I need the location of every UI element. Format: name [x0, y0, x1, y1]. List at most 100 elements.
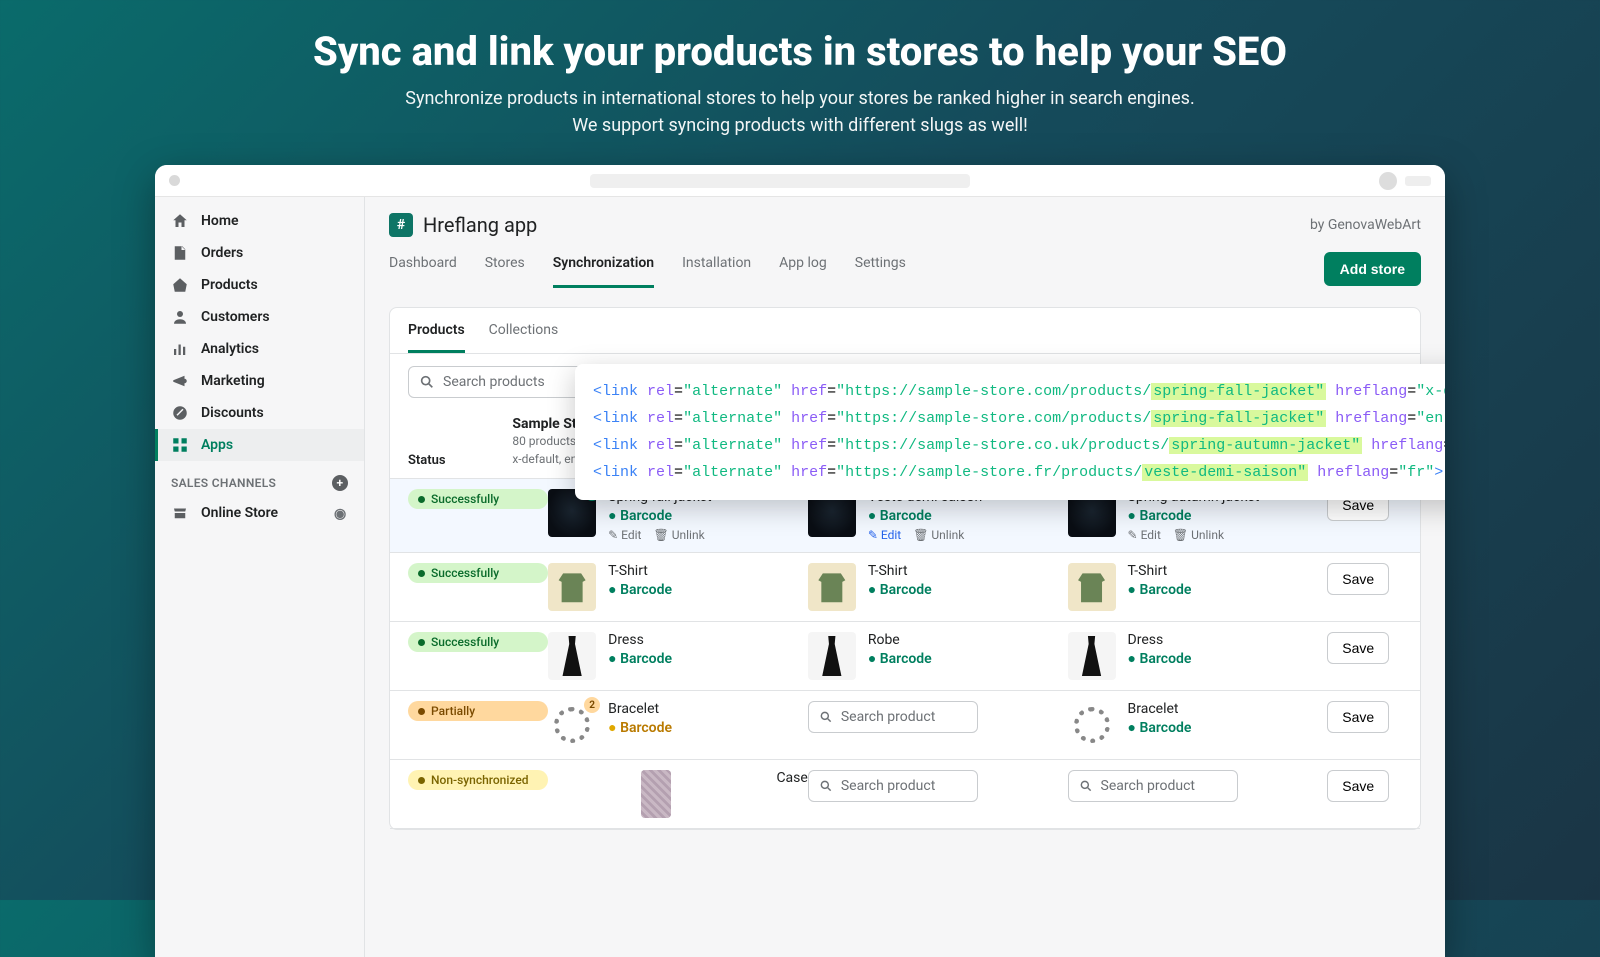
orders-icon: [171, 244, 189, 262]
sidebar-item-analytics[interactable]: Analytics: [155, 333, 364, 365]
status-badge: Partially: [408, 701, 548, 721]
eye-icon[interactable]: ◉: [334, 506, 348, 520]
sidebar-item-home[interactable]: Home: [155, 205, 364, 237]
barcode-label: Barcode: [608, 507, 711, 524]
menu-placeholder: [1405, 176, 1431, 186]
main-content: # Hreflang app by GenovaWebArt Dashboard…: [365, 197, 1445, 957]
analytics-icon: [171, 340, 189, 358]
save-button[interactable]: Save: [1327, 701, 1389, 733]
tab-stores[interactable]: Stores: [485, 249, 525, 288]
status-badge: Successfully: [408, 632, 548, 652]
barcode-label: Barcode: [868, 650, 932, 667]
sidebar-item-label: Orders: [201, 245, 243, 261]
search-icon: [819, 779, 833, 793]
sidebar-item-label: Discounts: [201, 405, 264, 421]
unlink-button[interactable]: 🗑 Unlink: [1173, 528, 1224, 542]
status-header: Status: [408, 453, 512, 468]
product-name: Bracelet: [608, 701, 672, 717]
barcode-label: Barcode: [868, 581, 932, 598]
product-thumb: [548, 563, 596, 611]
count-badge: 2: [584, 697, 600, 713]
sidebar-item-label: Marketing: [201, 373, 265, 389]
product-name: Dress: [608, 632, 672, 648]
sidebar-item-discounts[interactable]: Discounts: [155, 397, 364, 429]
barcode-label: Barcode: [1128, 581, 1192, 598]
product-thumb: [1068, 563, 1116, 611]
add-channel-icon[interactable]: +: [332, 475, 348, 491]
search-icon: [419, 374, 435, 390]
app-byline: by GenovaWebArt: [1310, 217, 1421, 233]
product-thumb: [641, 770, 671, 818]
search-icon: [819, 710, 833, 724]
sidebar-item-marketing[interactable]: Marketing: [155, 365, 364, 397]
subtab-collections[interactable]: Collections: [489, 308, 559, 353]
url-bar-placeholder: [590, 174, 970, 188]
discounts-icon: [171, 404, 189, 422]
code-line: <link rel="alternate" href="https://samp…: [593, 459, 1445, 486]
hero-title: Sync and link your products in stores to…: [0, 28, 1600, 75]
barcode-label: Barcode: [1128, 507, 1260, 524]
product-name: Dress: [1128, 632, 1192, 648]
add-store-button[interactable]: Add store: [1324, 252, 1421, 286]
tab-installation[interactable]: Installation: [682, 249, 751, 288]
home-icon: [171, 212, 189, 230]
edit-button[interactable]: ✎ Edit: [1128, 528, 1161, 542]
search-icon: [1079, 779, 1093, 793]
barcode-label: Barcode: [608, 719, 672, 736]
code-line: <link rel="alternate" href="https://samp…: [593, 378, 1445, 405]
sidebar-item-orders[interactable]: Orders: [155, 237, 364, 269]
product-thumb: [1068, 632, 1116, 680]
subtab-products[interactable]: Products: [408, 308, 465, 353]
sidebar-item-customers[interactable]: Customers: [155, 301, 364, 333]
edit-button[interactable]: ✎ Edit: [868, 528, 901, 542]
app-title: Hreflang app: [423, 213, 537, 237]
product-row: SuccessfullyT-ShirtBarcodeT-ShirtBarcode…: [390, 553, 1420, 622]
tab-dashboard[interactable]: Dashboard: [389, 249, 457, 288]
status-badge: Non-synchronized: [408, 770, 548, 790]
status-badge: Successfully: [408, 563, 548, 583]
customers-icon: [171, 308, 189, 326]
product-thumb: 2: [548, 701, 596, 749]
unlink-button[interactable]: 🗑 Unlink: [653, 528, 704, 542]
product-name: Robe: [868, 632, 932, 648]
unlink-button[interactable]: 🗑 Unlink: [913, 528, 964, 542]
apps-icon: [171, 436, 189, 454]
product-row: Non-synchronizedCaseSearch productSearch…: [390, 760, 1420, 829]
product-thumb: [808, 563, 856, 611]
window-dot: [169, 175, 180, 186]
code-line: <link rel="alternate" href="https://samp…: [593, 405, 1445, 432]
app-window: Home Orders Products Customers Analytics Mark…: [155, 165, 1445, 957]
code-popover: <link rel="alternate" href="https://samp…: [575, 364, 1445, 500]
save-button[interactable]: Save: [1327, 632, 1389, 664]
product-name: Case: [776, 770, 807, 786]
status-badge: Successfully: [408, 489, 548, 509]
sync-panel: Products Collections Search products Stat…: [389, 307, 1421, 830]
product-thumb: [1068, 701, 1116, 749]
search-product-input[interactable]: Search product: [808, 701, 978, 733]
search-product-input[interactable]: Search product: [808, 770, 978, 802]
tab-settings[interactable]: Settings: [855, 249, 906, 288]
barcode-label: Barcode: [608, 581, 672, 598]
search-placeholder: Search products: [443, 374, 545, 390]
marketing-icon: [171, 372, 189, 390]
online-store-label: Online Store: [201, 505, 278, 521]
tab-app-log[interactable]: App log: [779, 249, 827, 288]
product-name: T-Shirt: [868, 563, 932, 579]
search-product-input[interactable]: Search product: [1068, 770, 1238, 802]
store-icon: [171, 504, 189, 522]
sidebar-item-apps[interactable]: Apps: [155, 429, 364, 461]
sidebar-item-label: Customers: [201, 309, 270, 325]
save-button[interactable]: Save: [1327, 770, 1389, 802]
tab-synchronization[interactable]: Synchronization: [553, 249, 654, 288]
sidebar-item-label: Apps: [201, 437, 233, 453]
hero-sub1: Synchronize products in international st…: [0, 85, 1600, 112]
barcode-label: Barcode: [868, 507, 982, 524]
sidebar-item-label: Analytics: [201, 341, 259, 357]
sidebar-item-products[interactable]: Products: [155, 269, 364, 301]
edit-button[interactable]: ✎ Edit: [608, 528, 641, 542]
save-button[interactable]: Save: [1327, 563, 1389, 595]
product-row: Partially2BraceletBarcodeSearch productB…: [390, 691, 1420, 760]
sales-channels-label: SALES CHANNELS: [171, 476, 276, 490]
product-thumb: [548, 632, 596, 680]
sidebar-online-store[interactable]: Online Store ◉: [155, 497, 364, 529]
